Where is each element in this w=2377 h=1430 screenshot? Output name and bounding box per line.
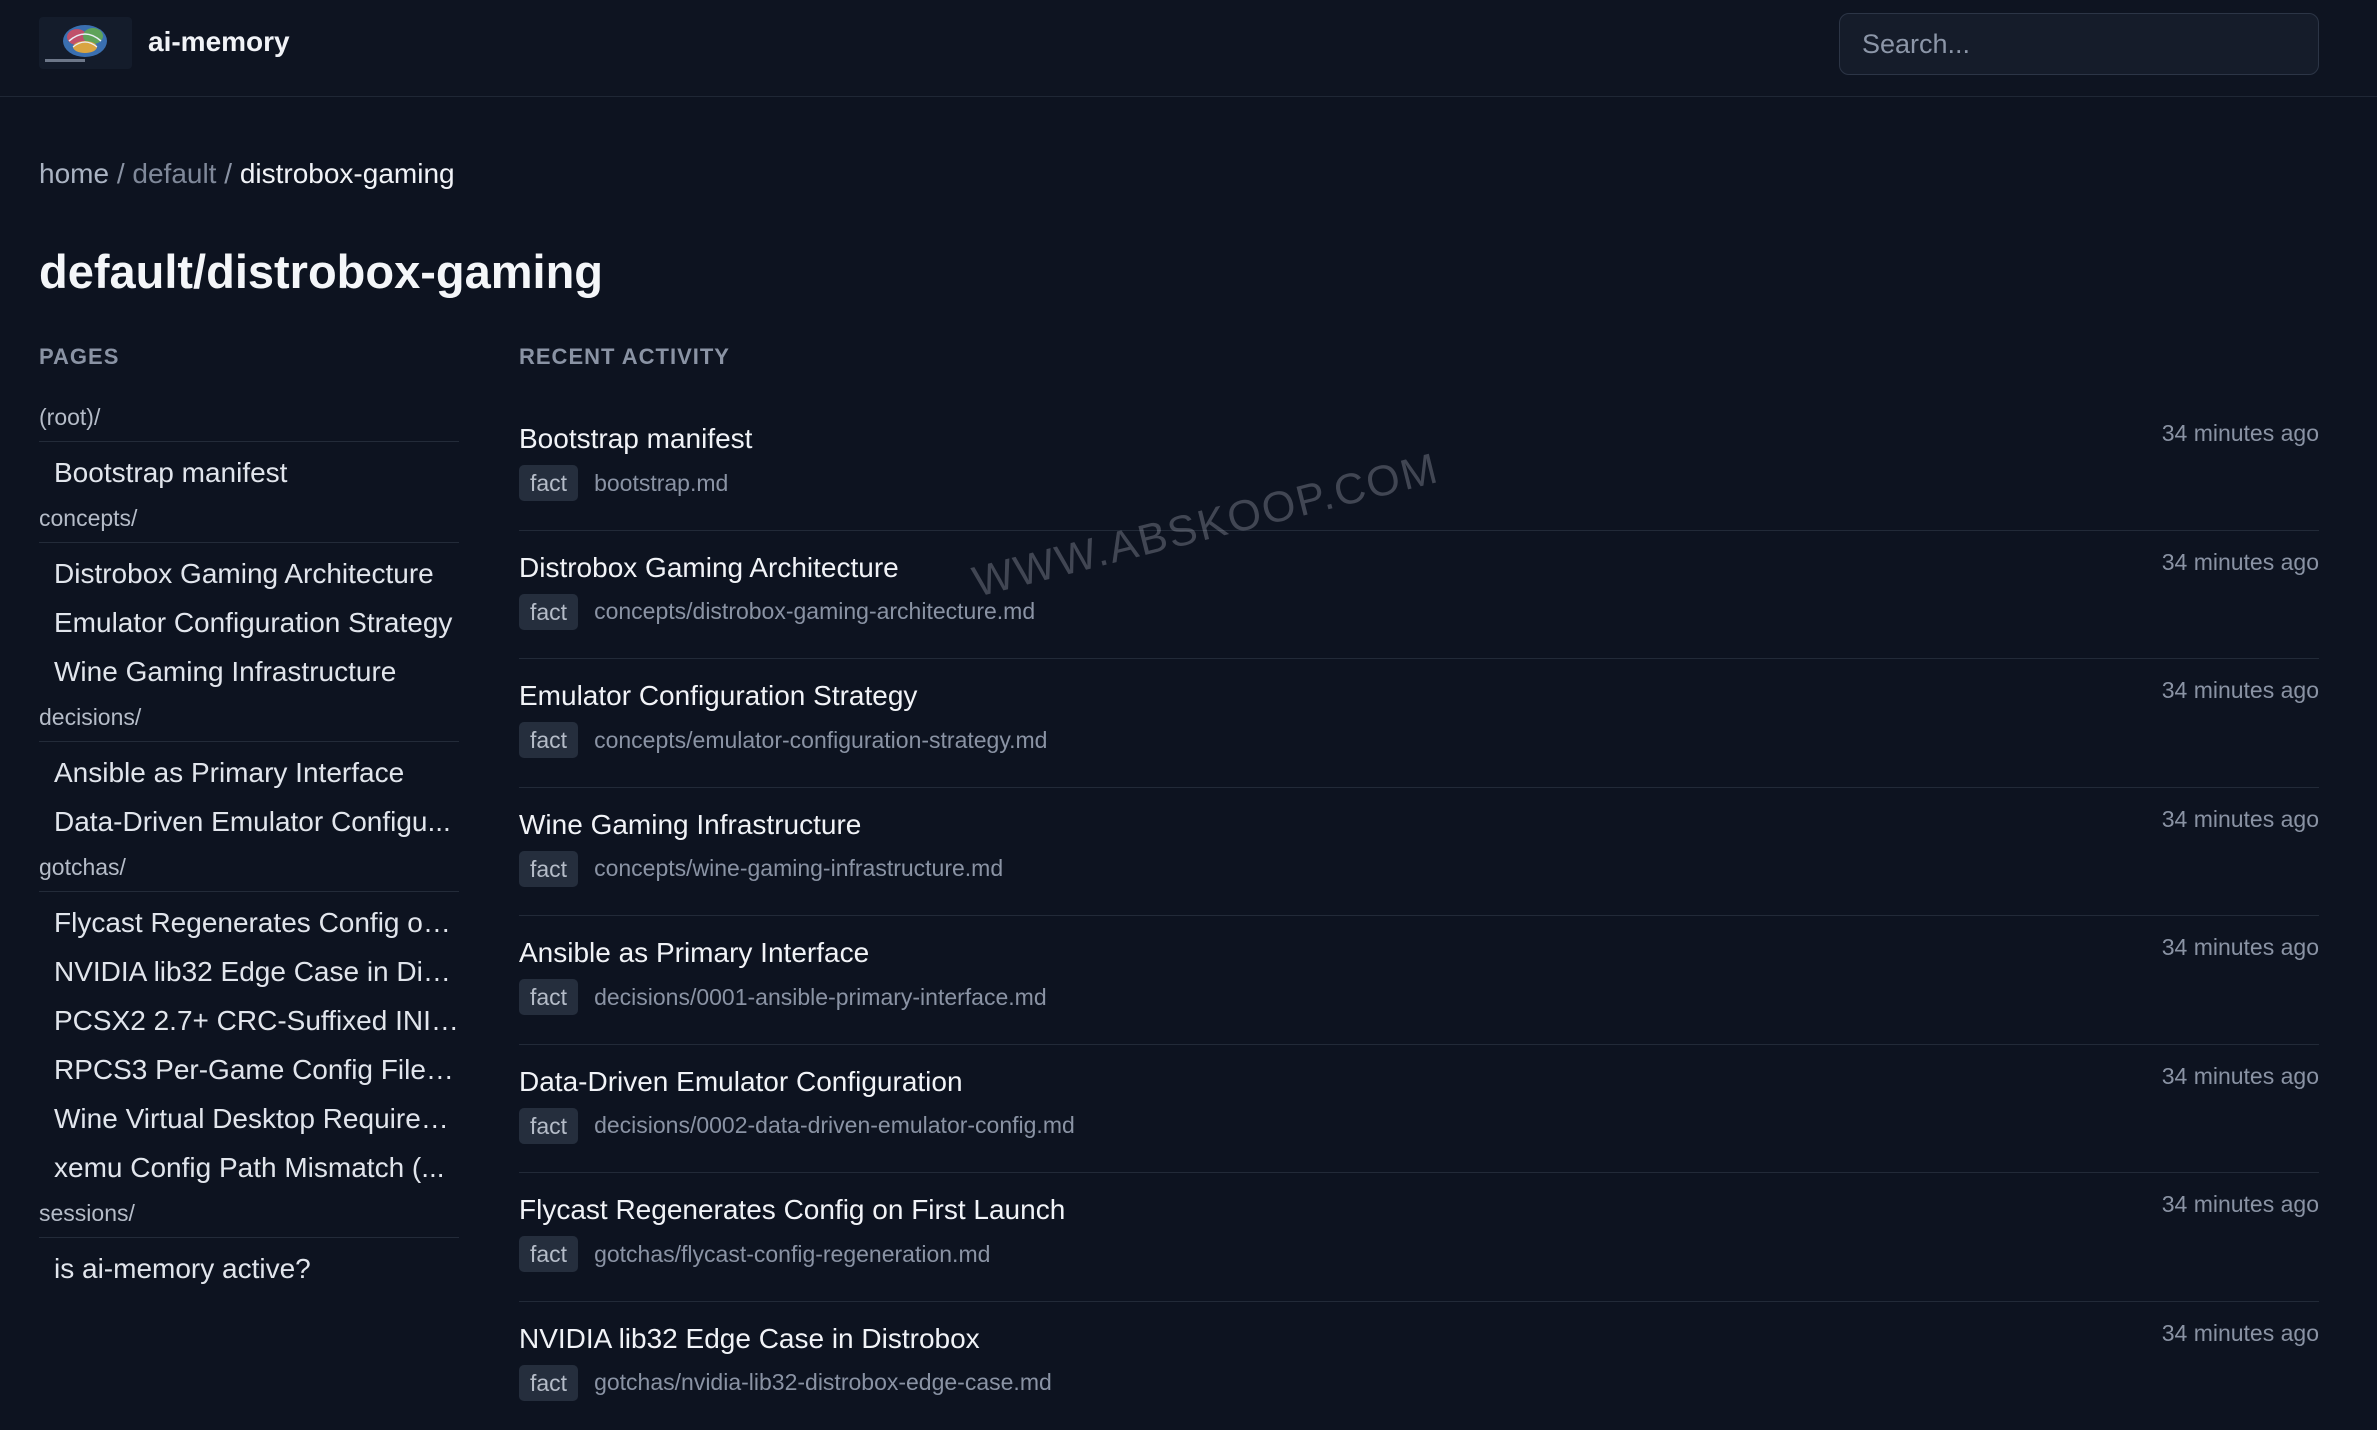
page-group-label: concepts/ bbox=[39, 503, 459, 543]
type-tag: fact bbox=[519, 594, 578, 630]
page-group-root: (root)/ Bootstrap manifest bbox=[39, 402, 459, 503]
type-tag: fact bbox=[519, 1236, 578, 1272]
page-link[interactable]: PCSX2 2.7+ CRC-Suffixed INI ... bbox=[39, 996, 459, 1045]
page-link[interactable]: xemu Config Path Mismatch (... bbox=[39, 1143, 459, 1192]
activity-item: Ansible as Primary Interface fact decisi… bbox=[519, 916, 2319, 1045]
page-group-label: gotchas/ bbox=[39, 852, 459, 892]
recent-activity: RECENT ACTIVITY Bootstrap manifest fact … bbox=[519, 344, 2319, 1430]
page-group-sessions: sessions/ is ai-memory active? bbox=[39, 1198, 459, 1299]
activity-section-label: RECENT ACTIVITY bbox=[519, 344, 2319, 402]
page-link[interactable]: Emulator Configuration Strategy bbox=[39, 598, 459, 647]
activity-item: Wine Gaming Infrastructure fact concepts… bbox=[519, 788, 2319, 917]
file-path: decisions/0001-ansible-primary-interface… bbox=[594, 984, 1047, 1011]
type-tag: fact bbox=[519, 979, 578, 1015]
type-tag: fact bbox=[519, 1365, 578, 1401]
page-link[interactable]: Wine Virtual Desktop Required... bbox=[39, 1094, 459, 1143]
page-group-label: sessions/ bbox=[39, 1198, 459, 1238]
activity-timestamp: 34 minutes ago bbox=[2162, 1063, 2319, 1090]
activity-timestamp: 34 minutes ago bbox=[2162, 549, 2319, 576]
page-group-gotchas: gotchas/ Flycast Regenerates Config on..… bbox=[39, 852, 459, 1198]
type-tag: fact bbox=[519, 851, 578, 887]
activity-timestamp: 34 minutes ago bbox=[2162, 1191, 2319, 1218]
activity-item: Emulator Configuration Strategy fact con… bbox=[519, 659, 2319, 788]
page-group-decisions: decisions/ Ansible as Primary Interface … bbox=[39, 702, 459, 852]
pages-sidebar: PAGES (root)/ Bootstrap manifest concept… bbox=[39, 344, 459, 1299]
type-tag: fact bbox=[519, 1108, 578, 1144]
breadcrumb-default-link[interactable]: default bbox=[132, 158, 216, 189]
activity-timestamp: 34 minutes ago bbox=[2162, 806, 2319, 833]
breadcrumb-current: distrobox-gaming bbox=[240, 158, 455, 189]
page-group-concepts: concepts/ Distrobox Gaming Architecture … bbox=[39, 503, 459, 702]
page-group-label: (root)/ bbox=[39, 402, 459, 442]
top-bar: ai-memory bbox=[0, 0, 2377, 97]
page-link[interactable]: Bootstrap manifest bbox=[39, 448, 459, 497]
file-path: decisions/0002-data-driven-emulator-conf… bbox=[594, 1112, 1075, 1139]
file-path: bootstrap.md bbox=[594, 470, 728, 497]
activity-title-link[interactable]: Emulator Configuration Strategy bbox=[519, 680, 917, 712]
activity-title-link[interactable]: Ansible as Primary Interface bbox=[519, 937, 869, 969]
page-group-label: decisions/ bbox=[39, 702, 459, 742]
breadcrumb-separator: / bbox=[117, 158, 125, 189]
file-path: concepts/distrobox-gaming-architecture.m… bbox=[594, 598, 1035, 625]
brain-logo-icon[interactable] bbox=[39, 17, 132, 69]
activity-title-link[interactable]: Flycast Regenerates Config on First Laun… bbox=[519, 1194, 1065, 1226]
activity-title-link[interactable]: Wine Gaming Infrastructure bbox=[519, 809, 861, 841]
activity-timestamp: 34 minutes ago bbox=[2162, 420, 2319, 447]
activity-timestamp: 34 minutes ago bbox=[2162, 677, 2319, 704]
activity-list: Bootstrap manifest fact bootstrap.md 34 … bbox=[519, 402, 2319, 1430]
activity-item: Distrobox Gaming Architecture fact conce… bbox=[519, 531, 2319, 660]
file-path: gotchas/flycast-config-regeneration.md bbox=[594, 1241, 990, 1268]
breadcrumb-home-link[interactable]: home bbox=[39, 158, 109, 189]
page-link[interactable]: Data-Driven Emulator Configu... bbox=[39, 797, 459, 846]
activity-item: Data-Driven Emulator Configuration fact … bbox=[519, 1045, 2319, 1174]
activity-title-link[interactable]: Data-Driven Emulator Configuration bbox=[519, 1066, 963, 1098]
type-tag: fact bbox=[519, 465, 578, 501]
page-link[interactable]: is ai-memory active? bbox=[39, 1244, 459, 1293]
activity-title-link[interactable]: Bootstrap manifest bbox=[519, 423, 752, 455]
page-title: default/distrobox-gaming bbox=[39, 244, 603, 299]
page-link[interactable]: Wine Gaming Infrastructure bbox=[39, 647, 459, 696]
file-path: concepts/emulator-configuration-strategy… bbox=[594, 727, 1047, 754]
activity-title-link[interactable]: Distrobox Gaming Architecture bbox=[519, 552, 899, 584]
activity-timestamp: 34 minutes ago bbox=[2162, 934, 2319, 961]
page-link[interactable]: Distrobox Gaming Architecture bbox=[39, 549, 459, 598]
app-title[interactable]: ai-memory bbox=[148, 26, 290, 58]
page-link[interactable]: NVIDIA lib32 Edge Case in Dis... bbox=[39, 947, 459, 996]
file-path: gotchas/nvidia-lib32-distrobox-edge-case… bbox=[594, 1369, 1052, 1396]
activity-item: NVIDIA lib32 Edge Case in Distrobox fact… bbox=[519, 1302, 2319, 1430]
file-path: concepts/wine-gaming-infrastructure.md bbox=[594, 855, 1003, 882]
type-tag: fact bbox=[519, 722, 578, 758]
activity-title-link[interactable]: NVIDIA lib32 Edge Case in Distrobox bbox=[519, 1323, 980, 1355]
activity-item: Flycast Regenerates Config on First Laun… bbox=[519, 1173, 2319, 1302]
activity-item: Bootstrap manifest fact bootstrap.md 34 … bbox=[519, 402, 2319, 531]
page-link[interactable]: Ansible as Primary Interface bbox=[39, 748, 459, 797]
breadcrumb: home / default / distrobox-gaming bbox=[39, 158, 455, 190]
page-link[interactable]: Flycast Regenerates Config on... bbox=[39, 898, 459, 947]
breadcrumb-separator: / bbox=[224, 158, 232, 189]
pages-section-label: PAGES bbox=[39, 344, 459, 402]
activity-timestamp: 34 minutes ago bbox=[2162, 1320, 2319, 1347]
page-link[interactable]: RPCS3 Per-Game Config Filen... bbox=[39, 1045, 459, 1094]
search-input[interactable] bbox=[1839, 13, 2319, 75]
